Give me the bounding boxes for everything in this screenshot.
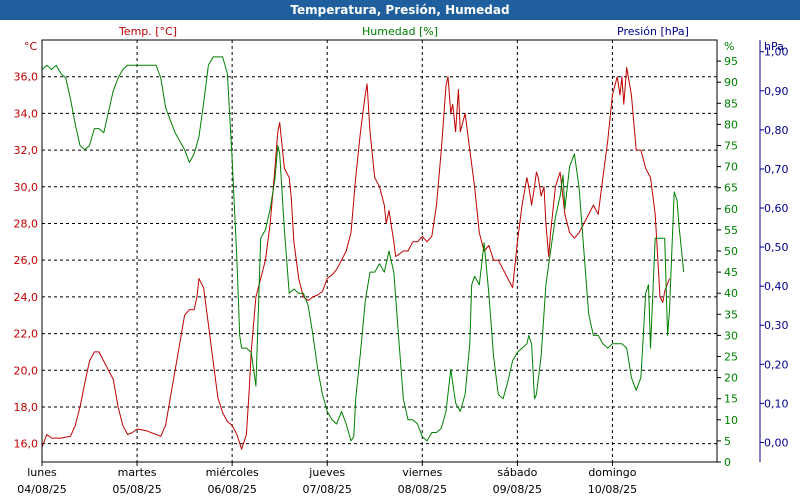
x-tick-day: sábado: [497, 466, 537, 479]
gridlines: [42, 40, 717, 462]
temp-axis-unit: °C: [24, 40, 38, 53]
hum-tick-label: 30: [724, 329, 738, 342]
temp-tick-label: 24,0: [14, 291, 39, 304]
x-tick-date: 05/08/25: [112, 483, 161, 496]
temp-tick-label: 26,0: [14, 254, 39, 267]
x-tick-day: viernes: [402, 466, 442, 479]
x-tick-date: 08/08/25: [398, 483, 447, 496]
pres-tick-label: 0,20: [764, 358, 789, 371]
hum-tick-label: 25: [724, 351, 738, 364]
hum-tick-label: 65: [724, 182, 738, 195]
temp-tick-label: 36,0: [14, 71, 39, 84]
temp-tick-label: 20,0: [14, 364, 39, 377]
x-tick-day: martes: [118, 466, 157, 479]
hum-tick-label: 0: [724, 456, 731, 469]
temp-tick-label: 28,0: [14, 217, 39, 230]
hum-tick-label: 10: [724, 414, 738, 427]
hum-tick-label: 75: [724, 140, 738, 153]
hum-tick-label: 60: [724, 203, 738, 216]
pres-axis-unit: hPa: [764, 40, 784, 53]
pres-tick-label: 0,80: [764, 124, 789, 137]
temp-axis-label: Temp. [°C]: [118, 25, 177, 38]
x-tick-day: domingo: [588, 466, 636, 479]
x-tick-day: jueves: [308, 466, 345, 479]
hum-tick-label: 35: [724, 308, 738, 321]
plot-frame: [41, 39, 718, 463]
series-group: [41, 56, 685, 450]
hum-tick-label: 5: [724, 435, 731, 448]
pres-tick-label: 0,00: [764, 436, 789, 449]
hum-tick-label: 40: [724, 287, 738, 300]
temp-tick-label: 22,0: [14, 328, 39, 341]
hum-tick-label: 55: [724, 224, 738, 237]
x-tick-date: 07/08/25: [303, 483, 352, 496]
x-tick-date: 04/08/25: [17, 483, 66, 496]
x-tick-date: 10/08/25: [588, 483, 637, 496]
hum-tick-label: 45: [724, 266, 738, 279]
hum-tick-label: 20: [724, 372, 738, 385]
temp-tick-label: 32,0: [14, 144, 39, 157]
hum-tick-label: 90: [724, 76, 738, 89]
x-tick-date: 06/08/25: [207, 483, 256, 496]
x-tick-day: lunes: [27, 466, 57, 479]
hum-tick-label: 80: [724, 118, 738, 131]
chart-title: Temperatura, Presión, Humedad: [0, 0, 800, 20]
pres-tick-label: 0,40: [764, 280, 789, 293]
temp-tick-label: 16,0: [14, 438, 39, 451]
pres-tick-label: 0,60: [764, 202, 789, 215]
pres-tick-label: 0,30: [764, 319, 789, 332]
hum-axis-unit: %: [724, 40, 734, 53]
temperature-series-line: [41, 67, 670, 450]
temp-tick-label: 30,0: [14, 181, 39, 194]
hum-tick-label: 15: [724, 393, 738, 406]
hum-tick-label: 50: [724, 245, 738, 258]
pres-tick-label: 0,90: [764, 85, 789, 98]
hum-tick-label: 95: [724, 55, 738, 68]
pres-tick-label: 0,10: [764, 397, 789, 410]
pres-tick-label: 0,70: [764, 163, 789, 176]
x-tick-day: miércoles: [206, 466, 259, 479]
hum-tick-label: 85: [724, 97, 738, 110]
axes-group: [41, 40, 764, 466]
temp-tick-label: 18,0: [14, 401, 39, 414]
x-tick-date: 09/08/25: [493, 483, 542, 496]
chart-canvas: 16,0 18,0 20,0 22,0 24,0 26,0 28,0 30,0 32,0 34,0…: [14, 25, 789, 496]
pres-tick-label: 0,50: [764, 241, 789, 254]
hum-axis-label: Humedad [%]: [362, 25, 438, 38]
temp-tick-label: 34,0: [14, 107, 39, 120]
pres-axis-label: Presión [hPa]: [617, 25, 689, 38]
hum-tick-label: 70: [724, 161, 738, 174]
